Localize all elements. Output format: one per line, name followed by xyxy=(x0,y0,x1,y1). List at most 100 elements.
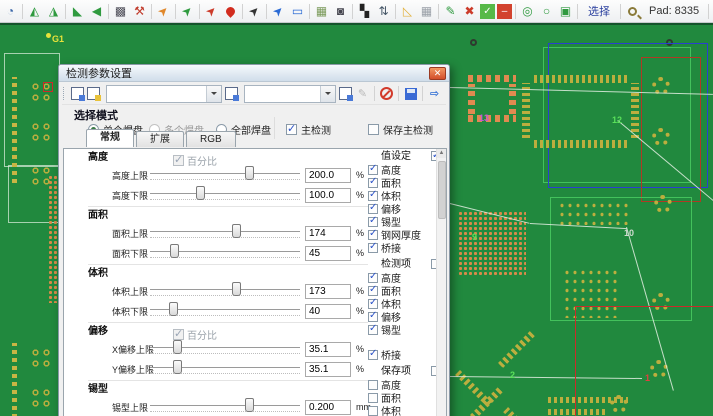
param-slider[interactable] xyxy=(150,360,300,378)
toolbar-separator xyxy=(438,4,439,19)
sort-az-icon[interactable]: ⇅ xyxy=(375,3,392,20)
rect-select-icon[interactable]: ▭ xyxy=(289,3,306,20)
param-value-input[interactable] xyxy=(305,188,351,203)
edit-icon[interactable]: ✎ xyxy=(355,86,370,101)
tab-extended[interactable]: 扩展 xyxy=(136,131,184,147)
map-marker-icon[interactable] xyxy=(222,3,239,20)
param-label: 体积下限 xyxy=(112,305,150,318)
table-icon[interactable]: ▦ xyxy=(313,3,330,20)
check-item[interactable]: 面积 xyxy=(368,391,442,404)
select-mode-button[interactable]: 选择 xyxy=(581,3,617,19)
announce-icon[interactable]: ◀ xyxy=(88,3,105,20)
param-label: 面积下限 xyxy=(112,247,150,260)
cancel-icon[interactable] xyxy=(379,86,394,101)
grid-icon[interactable]: ▦ xyxy=(418,3,435,20)
vertical-scrollbar[interactable]: ▲ ▼ xyxy=(436,149,446,416)
check-item[interactable]: 钢网厚度 xyxy=(368,228,442,241)
check-item[interactable]: 偏移 xyxy=(368,310,442,323)
check-item[interactable]: 高度 xyxy=(368,163,442,176)
slider-thumb[interactable] xyxy=(245,166,254,180)
delete-icon[interactable]: ✖ xyxy=(461,3,478,20)
param-slider[interactable] xyxy=(150,244,300,262)
slider-thumb[interactable] xyxy=(196,186,205,200)
image-icon[interactable]: ▩ xyxy=(112,3,129,20)
pin-green-icon[interactable]: ➤ xyxy=(175,0,199,23)
check-item[interactable]: 高度 xyxy=(368,271,442,284)
param-value-input[interactable] xyxy=(305,304,351,319)
save-icon[interactable] xyxy=(403,86,418,101)
pin-black-icon[interactable]: ➤ xyxy=(242,0,266,23)
param-slider[interactable] xyxy=(150,282,300,300)
tab-general[interactable]: 常规 xyxy=(86,129,134,147)
check-item[interactable]: 体积 xyxy=(368,297,442,310)
check-item[interactable]: 桥接 xyxy=(368,241,442,254)
check-item[interactable]: 面积 xyxy=(368,284,442,297)
param-value-input[interactable] xyxy=(305,246,351,261)
slider-thumb[interactable] xyxy=(170,244,179,258)
param-value-input[interactable] xyxy=(305,226,351,241)
param-value-input[interactable] xyxy=(305,284,351,299)
check-item[interactable]: 高度 xyxy=(368,378,442,391)
load-params-icon[interactable] xyxy=(71,87,84,100)
pin-blue-icon[interactable]: ➤ xyxy=(266,0,290,23)
magnifier-icon[interactable] xyxy=(624,3,641,20)
zoom-fit-icon[interactable]: ◭ xyxy=(26,3,43,20)
pcb-ring-pads xyxy=(654,195,672,213)
confirm-icon[interactable]: ✓ xyxy=(480,4,495,19)
tiles-icon[interactable]: ▚ xyxy=(356,3,373,20)
pin-orange-icon[interactable]: ➤ xyxy=(151,0,175,23)
dialog-titlebar[interactable]: 检测参数设置 ✕ xyxy=(59,65,449,82)
save-params-icon[interactable] xyxy=(87,87,100,100)
pin-red-icon[interactable]: ➤ xyxy=(199,0,223,23)
check-item[interactable]: 体积 xyxy=(368,404,442,416)
scroll-thumb[interactable] xyxy=(438,161,446,219)
exit-icon[interactable]: ⇨ xyxy=(427,86,442,101)
circle-icon[interactable]: ○ xyxy=(538,3,555,20)
check-item[interactable]: 体积 xyxy=(368,189,442,202)
slider-thumb[interactable] xyxy=(169,302,178,316)
param-value-input[interactable] xyxy=(305,168,351,183)
draw-check-icon[interactable]: ✎ xyxy=(442,3,459,20)
param-slider[interactable] xyxy=(150,166,300,184)
remove-icon[interactable]: – xyxy=(497,4,512,19)
slider-thumb[interactable] xyxy=(232,224,241,238)
tools-icon[interactable]: ⚒ xyxy=(131,3,148,20)
scroll-up-arrow[interactable]: ▲ xyxy=(437,149,446,158)
apply-preset-1-icon[interactable] xyxy=(225,87,238,100)
preset-select-1[interactable] xyxy=(106,85,222,103)
stop-icon[interactable]: ▣ xyxy=(557,3,574,20)
arc-icon[interactable]: ◔ xyxy=(2,3,19,20)
slider-thumb[interactable] xyxy=(173,360,182,374)
param-slider[interactable] xyxy=(150,340,300,358)
check-item[interactable]: 桥接 xyxy=(368,348,442,361)
param-value-input[interactable] xyxy=(305,362,351,377)
check-item[interactable]: 面积 xyxy=(368,176,442,189)
apply-preset-2-icon[interactable] xyxy=(339,87,352,100)
param-slider[interactable] xyxy=(150,224,300,242)
check-item[interactable]: 偏移 xyxy=(368,202,442,215)
param-value-input[interactable] xyxy=(305,400,351,415)
slider-thumb[interactable] xyxy=(173,340,182,354)
param-label: 锡型上限 xyxy=(112,401,150,414)
check-main-detect[interactable]: 主检测 xyxy=(286,122,331,137)
pcb-pad-grid xyxy=(558,201,630,225)
check-save-main-detect[interactable]: 保存主检测 xyxy=(368,122,433,137)
param-unit: % xyxy=(356,228,364,238)
slider-thumb[interactable] xyxy=(245,398,254,412)
preset-select-2[interactable] xyxy=(244,85,336,103)
param-slider[interactable] xyxy=(150,186,300,204)
pcb-qfp-pads xyxy=(468,75,516,82)
param-unit: % xyxy=(356,248,364,258)
ruler-icon[interactable]: ◺ xyxy=(399,3,416,20)
slider-thumb[interactable] xyxy=(232,282,241,296)
param-slider[interactable] xyxy=(150,302,300,320)
camera-icon[interactable]: ◙ xyxy=(332,3,349,20)
tab-rgb[interactable]: RGB xyxy=(186,131,236,147)
prism-icon[interactable]: ◣ xyxy=(69,3,86,20)
param-value-input[interactable] xyxy=(305,342,351,357)
close-button[interactable]: ✕ xyxy=(429,67,446,80)
target-icon[interactable]: ◎ xyxy=(519,3,536,20)
param-slider[interactable] xyxy=(150,398,300,416)
check-item[interactable]: 锡型 xyxy=(368,323,442,336)
zoom-sel-icon[interactable]: ◮ xyxy=(45,3,62,20)
